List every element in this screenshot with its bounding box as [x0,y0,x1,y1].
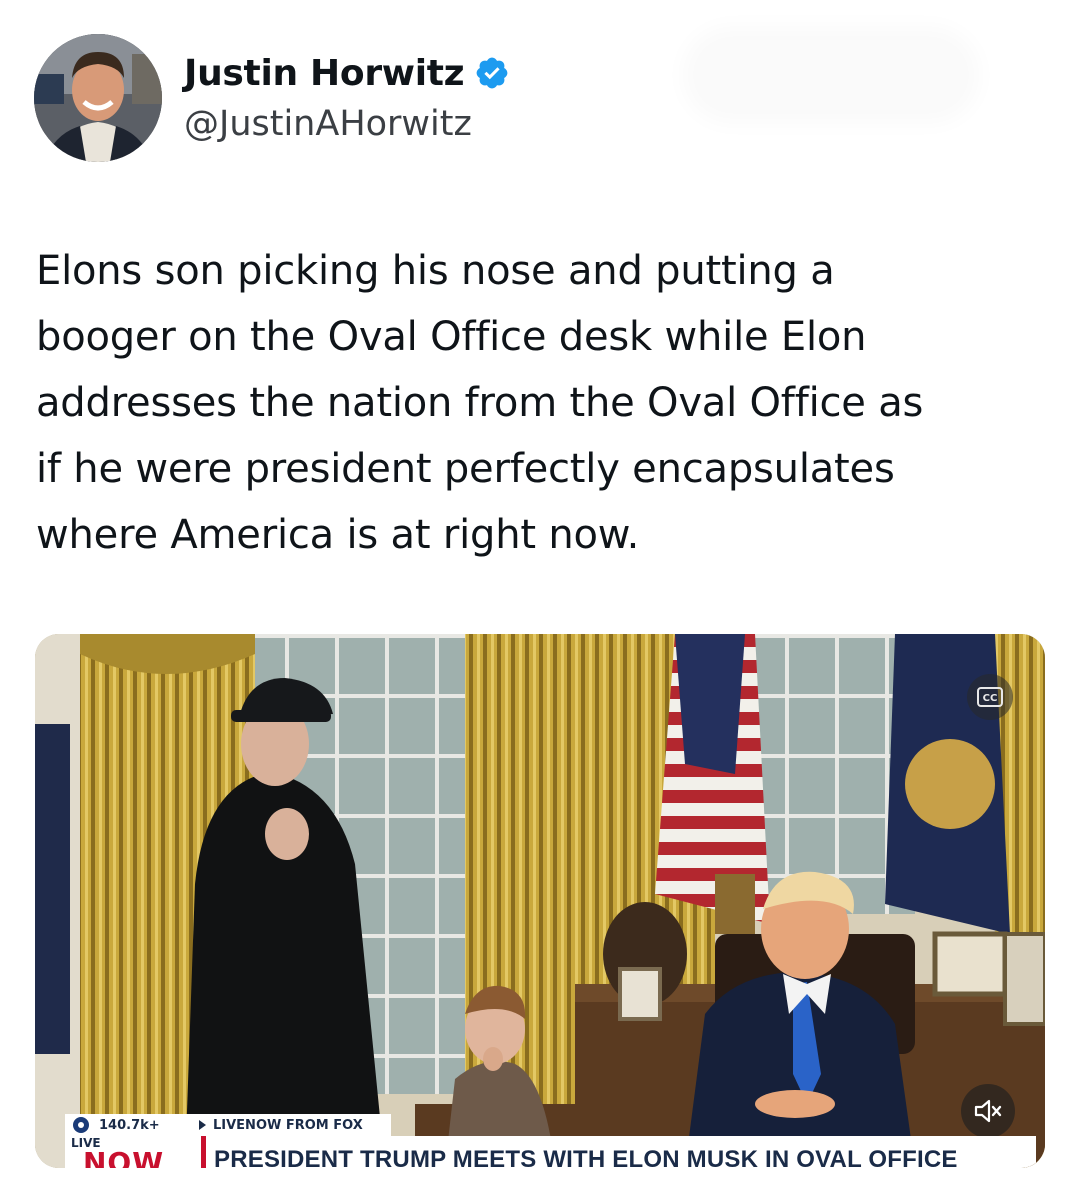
video-frame [35,634,1045,1168]
source-text: LIVENOW FROM FOX [213,1117,363,1133]
eye-icon [73,1117,89,1133]
name-row: Justin Horwitz [184,50,510,96]
video-player[interactable]: CC 140.7k+ LIVENOW FROM FOX LIVE NOW PRE… [35,634,1045,1168]
now-label: NOW [83,1146,165,1169]
tweet-header: Justin Horwitz @JustinAHorwitz [34,34,1046,164]
play-triangle-icon [199,1120,206,1130]
news-ticker: 140.7k+ LIVENOW FROM FOX LIVE NOW PRESID… [35,1114,1045,1168]
headline-text: PRESIDENT TRUMP MEETS WITH ELON MUSK IN … [214,1146,958,1168]
svg-text:CC: CC [983,693,998,704]
closed-captions-button[interactable]: CC [967,674,1013,720]
live-now-badge: LIVE NOW [65,1136,201,1168]
headline-bar: PRESIDENT TRUMP MEETS WITH ELON MUSK IN … [201,1136,1036,1168]
source-label: LIVENOW FROM FOX [191,1114,391,1136]
tweet-text: Elons son picking his nose and putting a… [36,248,924,558]
avatar[interactable] [34,34,162,162]
closed-captions-icon: CC [977,687,1003,707]
verified-badge-icon [476,57,508,89]
handle[interactable]: @JustinAHorwitz [184,104,472,144]
display-name[interactable]: Justin Horwitz [184,53,465,94]
follow-button-blurred[interactable] [696,40,966,110]
view-count: 140.7k+ [65,1114,207,1136]
view-count-label: 140.7k+ [99,1117,160,1133]
